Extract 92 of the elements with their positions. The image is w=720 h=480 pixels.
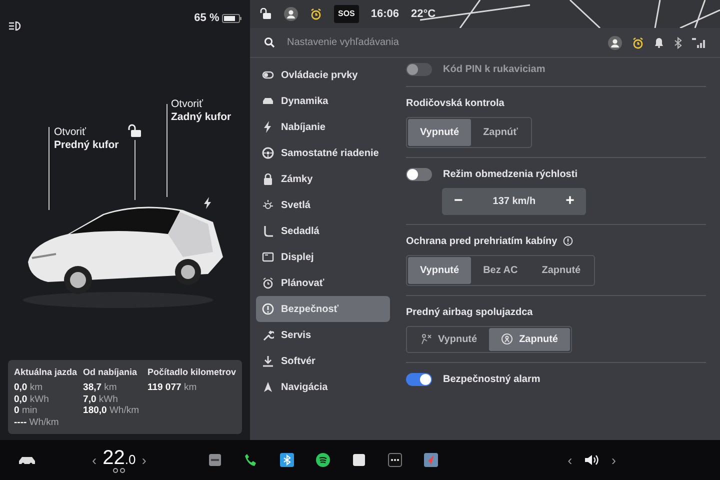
menu-item[interactable]: Zámky <box>256 166 390 192</box>
temperature-down-button[interactable]: ‹ <box>86 450 103 470</box>
lightning-bolt-icon <box>262 121 274 133</box>
alarm-clock-icon <box>262 277 274 289</box>
segment-option[interactable]: Zapnúť <box>471 119 530 146</box>
download-icon <box>262 355 274 367</box>
glovebox-icon[interactable] <box>208 453 222 467</box>
navigation-arrow-icon <box>262 381 274 393</box>
car-icon <box>262 95 274 107</box>
search-icon <box>264 37 275 48</box>
menu-item[interactable]: Navigácia <box>256 374 390 400</box>
info-icon <box>262 303 274 315</box>
segment-option[interactable]: Vypnuté <box>408 119 472 146</box>
user-icon[interactable] <box>284 7 298 21</box>
music-app-icon[interactable] <box>316 453 330 467</box>
cabin-temperature[interactable]: 22.0 <box>102 448 136 468</box>
front-trunk-button[interactable]: Otvoriť Predný kufor <box>54 126 119 152</box>
unlocked-lock-icon[interactable] <box>260 8 272 20</box>
alarm-clock-icon[interactable] <box>310 8 322 20</box>
airbag-off-icon <box>420 333 432 345</box>
outside-temperature: 22°C <box>411 6 436 22</box>
stat-title: Aktuálna jazda <box>14 366 78 379</box>
battery-icon <box>222 14 242 23</box>
increment-button[interactable]: + <box>554 188 586 214</box>
toggle-switch[interactable] <box>406 168 432 181</box>
more-icon[interactable] <box>388 453 402 467</box>
setting-label: Režim obmedzenia rýchlosti <box>443 168 578 182</box>
volume-up-button[interactable]: › <box>605 450 622 470</box>
segment-option[interactable]: Vypnuté <box>408 328 490 350</box>
headlight-icon <box>8 20 22 32</box>
menu-item[interactable]: Servis <box>256 322 390 348</box>
seat-heater-icon <box>112 468 126 472</box>
speaker-icon[interactable] <box>584 454 600 466</box>
notes-icon[interactable] <box>352 453 366 467</box>
stat-value: 0,0 kWh <box>14 394 50 406</box>
sun-icon <box>262 199 274 211</box>
stat-title: Od nabíjania <box>83 366 138 379</box>
lightning-bolt-icon <box>204 197 212 209</box>
bluetooth-icon[interactable] <box>674 36 682 48</box>
section-title: Rodičovská kontrola <box>406 97 504 111</box>
airbag-on-icon <box>501 333 514 345</box>
steering-wheel-icon <box>262 147 274 159</box>
bluetooth-icon[interactable] <box>280 453 294 467</box>
menu-item[interactable]: Plánovať <box>256 270 390 296</box>
menu-item[interactable]: Softvér <box>256 348 390 374</box>
segment-option[interactable]: Zapnuté <box>530 256 593 284</box>
stat-value: 0 min <box>14 405 38 417</box>
menu-item[interactable]: Displej <box>256 244 390 270</box>
menu-item[interactable]: Dynamika <box>256 88 390 114</box>
bell-icon[interactable] <box>654 37 664 48</box>
menu-item[interactable]: Svetlá <box>256 192 390 218</box>
sos-button[interactable]: SOS <box>334 5 359 23</box>
seat-icon <box>262 225 274 237</box>
stat-value: 38,7 km <box>83 382 118 394</box>
menu-item[interactable]: Nabíjanie <box>256 114 390 140</box>
menu-item[interactable]: Bezpečnosť <box>256 296 390 322</box>
unlocked-lock-icon[interactable] <box>128 124 142 138</box>
menu-item[interactable]: Ovládacie prvky <box>256 62 390 88</box>
speed-limit-value: 137 km/h <box>492 194 537 209</box>
segment-option[interactable]: Bez AC <box>471 256 530 284</box>
setting-label: Bezpečnostný alarm <box>443 372 540 386</box>
map-app-icon[interactable] <box>424 453 438 467</box>
toggle-icon <box>262 69 274 81</box>
segment-option[interactable]: Zapnuté <box>489 328 570 350</box>
section-title: Ochrana pred prehriatím kabíny <box>406 234 558 248</box>
volume-down-button[interactable]: ‹ <box>562 450 578 470</box>
menu-item[interactable]: Samostatné riadenie <box>256 140 390 166</box>
alarm-clock-icon[interactable] <box>632 36 644 48</box>
stat-value: ---- Wh/km <box>14 416 60 428</box>
search-field[interactable]: Nastavenie vyhľadávania <box>285 34 598 51</box>
leader-line <box>134 140 136 200</box>
toggle-switch[interactable] <box>406 372 432 386</box>
decrement-button[interactable]: − <box>442 188 475 214</box>
temperature-up-button[interactable]: › <box>136 450 152 470</box>
section-title: Predný airbag spolujazdca <box>406 306 533 320</box>
stat-value: 0,0 km <box>14 382 44 394</box>
user-icon[interactable] <box>608 36 622 50</box>
clock-time: 16:06 <box>370 6 400 22</box>
display-icon <box>262 251 274 263</box>
phone-icon[interactable] <box>244 453 258 467</box>
rear-trunk-button[interactable]: Otvoriť Zadný kufor <box>171 98 232 124</box>
stat-value: 7,0 kWh <box>83 394 119 406</box>
menu-item[interactable]: Sedadlá <box>256 218 390 244</box>
lock-icon <box>262 173 274 185</box>
battery-percent: 65 % <box>194 11 220 26</box>
car-icon[interactable] <box>18 455 36 465</box>
segment-option[interactable]: Vypnuté <box>408 256 472 284</box>
stat-value: 119 077 km <box>147 382 198 394</box>
stat-title: Počítadlo kilometrov <box>147 366 236 379</box>
signal-icon[interactable] <box>692 38 706 48</box>
stat-value: 180,0 Wh/km <box>83 405 140 417</box>
setting-label: Kód PIN k rukaviciam <box>443 63 546 77</box>
